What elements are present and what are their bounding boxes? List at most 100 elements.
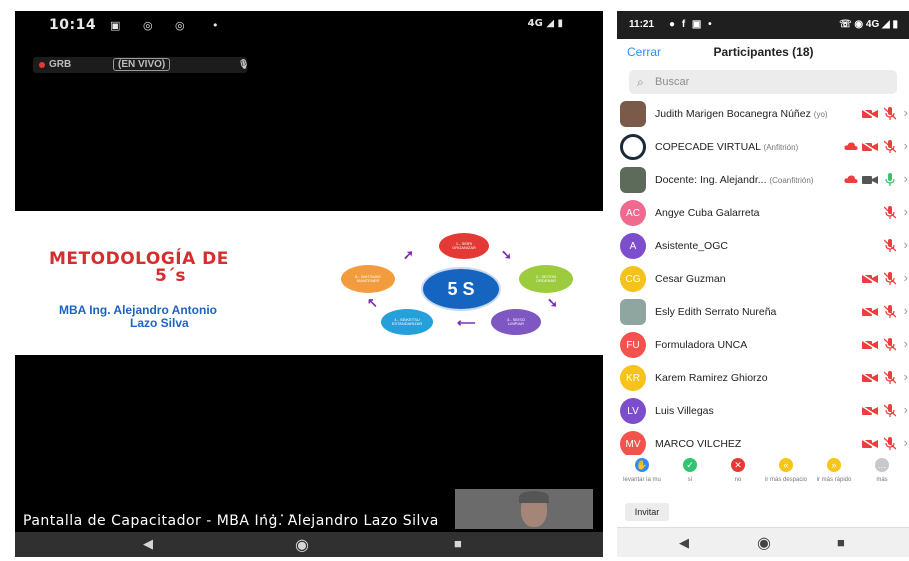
mic-on-icon	[885, 173, 895, 186]
participant-name: MARCO VILCHEZ	[655, 438, 741, 450]
calendar-icon: ▣	[110, 19, 121, 32]
mic-off-icon	[884, 371, 896, 384]
participants-header: Participantes (18) Cerrar	[617, 39, 909, 69]
android-nav-bar: ◀ ◉ ■	[617, 527, 909, 557]
reaction-button[interactable]: ✕ no	[714, 458, 762, 483]
video-off-icon	[862, 439, 878, 449]
recents-icon[interactable]: ■	[837, 535, 845, 550]
cycle-arrow-icon: ➚	[403, 247, 414, 262]
avatar-photo-man	[620, 167, 646, 193]
status-time: 11:21	[629, 19, 655, 30]
search-icon: ⌕	[637, 75, 644, 89]
reaction-button[interactable]: … más	[858, 458, 906, 483]
chevron-right-icon[interactable]: ›	[904, 369, 908, 384]
recents-icon[interactable]: ■	[454, 536, 462, 551]
five-s-center: 5 S	[421, 267, 501, 311]
participant-row[interactable]: Judith Marigen Bocanegra Núñez (yo) ›	[617, 98, 909, 131]
presentation-slide: METODOLOGÍA DE 5´s MBA Ing. Alejandro An…	[15, 211, 603, 355]
home-icon[interactable]: ◉	[295, 535, 309, 555]
participant-row[interactable]: MV MARCO VILCHEZ ›	[617, 428, 909, 455]
participant-row[interactable]: KR Karem Ramirez Ghiorzo ›	[617, 362, 909, 395]
avatar-initials: AC	[620, 200, 646, 226]
home-icon[interactable]: ◉	[757, 533, 771, 553]
back-icon[interactable]: ◀	[679, 535, 689, 551]
presenter-video-thumbnail[interactable]	[455, 489, 593, 529]
reaction-button[interactable]: ✋ levantar la mu	[618, 458, 666, 483]
search-placeholder: Buscar	[655, 76, 690, 88]
reaction-label: sí	[687, 477, 693, 483]
chevron-right-icon[interactable]: ›	[904, 435, 908, 450]
avatar-initials: FU	[620, 332, 646, 358]
chevron-right-icon[interactable]: ›	[904, 204, 908, 219]
participant-row[interactable]: CG Cesar Guzman ›	[617, 263, 909, 296]
reaction-label: ir más despacio	[764, 477, 808, 483]
invite-button[interactable]: Invitar	[625, 503, 669, 521]
chevron-right-icon[interactable]: ›	[904, 138, 908, 153]
participant-row[interactable]: AC Angye Cuba Galarreta ›	[617, 197, 909, 230]
participant-row[interactable]: FU Formuladora UNCA ›	[617, 329, 909, 362]
back-icon[interactable]: ◀	[143, 536, 153, 552]
notification-icons: ● f ▣ •	[669, 19, 714, 30]
close-button[interactable]: Cerrar	[627, 45, 661, 59]
participant-name-text: Esly Edith Serrato Nureña	[655, 306, 777, 318]
slide-author: MBA Ing. Alejandro Antonio	[59, 303, 217, 317]
participants-list: Judith Marigen Bocanegra Núñez (yo) › COPE…	[617, 98, 909, 455]
participant-name-text: COPECADE VIRTUAL	[655, 141, 761, 153]
reaction-button[interactable]: » ir más rápido	[810, 458, 858, 483]
mic-off-icon	[884, 107, 896, 120]
recording-indicator[interactable]: GRB (EN VIVO) 🎙	[33, 57, 250, 73]
chevron-right-icon[interactable]: ›	[904, 171, 908, 186]
participant-row[interactable]: Docente: Ing. Alejandr... (Coanfitrión) ›	[617, 164, 909, 197]
reaction-label: levantar la mu	[623, 477, 661, 483]
participant-role: (Coanfitrión)	[769, 176, 814, 185]
chevron-right-icon[interactable]: ›	[904, 303, 908, 318]
more-icon: …	[875, 458, 889, 472]
participant-name: Karem Ramirez Ghiorzo	[655, 372, 768, 384]
reactions-bar: ✋ levantar la mu ✓ sí ✕ no « ir más despacio » ir…	[617, 458, 909, 496]
participant-name-text: Asistente_OGC	[655, 240, 728, 252]
video-on-icon	[862, 176, 878, 184]
participants-phone: 11:21 ● f ▣ • ☏ ◉ 4G ◢ ▮ Participantes (…	[617, 11, 909, 557]
participant-role: (Anfitrión)	[763, 143, 799, 152]
reaction-button[interactable]: « ir más despacio	[762, 458, 810, 483]
record-dot-icon	[39, 62, 45, 68]
cycle-node: 3.- SEISO LIMPIAR	[491, 309, 541, 335]
cycle-arrow-icon: ↖	[367, 295, 378, 310]
cycle-arrow-icon: ➘	[547, 295, 558, 310]
live-badge: (EN VIVO)	[113, 58, 171, 71]
reaction-button[interactable]: ✓ sí	[666, 458, 714, 483]
participant-name: COPECADE VIRTUAL (Anfitrión)	[655, 141, 798, 153]
chevron-right-icon[interactable]: ›	[904, 105, 908, 120]
chevron-right-icon[interactable]: ›	[904, 402, 908, 417]
video-off-icon	[862, 274, 878, 284]
cycle-node: 4.- SEIKETSU ESTANDARIZAR	[381, 309, 433, 335]
reaction-label: no	[734, 477, 742, 483]
participant-row[interactable]: A Asistente_OGC ›	[617, 230, 909, 263]
avatar-initials: LV	[620, 398, 646, 424]
participant-role: (yo)	[813, 110, 828, 119]
chevron-right-icon[interactable]: ›	[904, 270, 908, 285]
avatar-logo-copecade	[620, 134, 646, 160]
participant-row[interactable]: COPECADE VIRTUAL (Anfitrión) ›	[617, 131, 909, 164]
mic-off-icon	[884, 140, 896, 153]
microphone-icon: 🎙	[238, 59, 250, 69]
search-input[interactable]: ⌕ Buscar	[629, 70, 897, 94]
participant-name-text: Formuladora UNCA	[655, 339, 748, 351]
chevron-right-icon[interactable]: ›	[904, 336, 908, 351]
chevron-right-icon[interactable]: ›	[904, 237, 908, 252]
faster-icon: »	[827, 458, 841, 472]
mic-off-icon	[884, 272, 896, 285]
signal-icon: 4G ◢ ▮	[527, 18, 563, 29]
mic-off-icon	[884, 305, 896, 318]
cycle-node: 1.- SEIRI ORGANIZAR	[439, 233, 489, 259]
video-off-icon	[862, 373, 878, 383]
reaction-label: más	[876, 477, 888, 483]
participant-row[interactable]: Esly Edith Serrato Nureña ›	[617, 296, 909, 329]
avatar-photo-woman	[620, 101, 646, 127]
avatar-initials: A	[620, 233, 646, 259]
slide-title-line2: 5´s	[155, 266, 186, 286]
video-off-icon	[862, 142, 878, 152]
participant-row[interactable]: LV Luis Villegas ›	[617, 395, 909, 428]
mic-off-icon	[884, 239, 896, 252]
participant-name-text: Docente: Ing. Alejandr...	[655, 174, 767, 186]
